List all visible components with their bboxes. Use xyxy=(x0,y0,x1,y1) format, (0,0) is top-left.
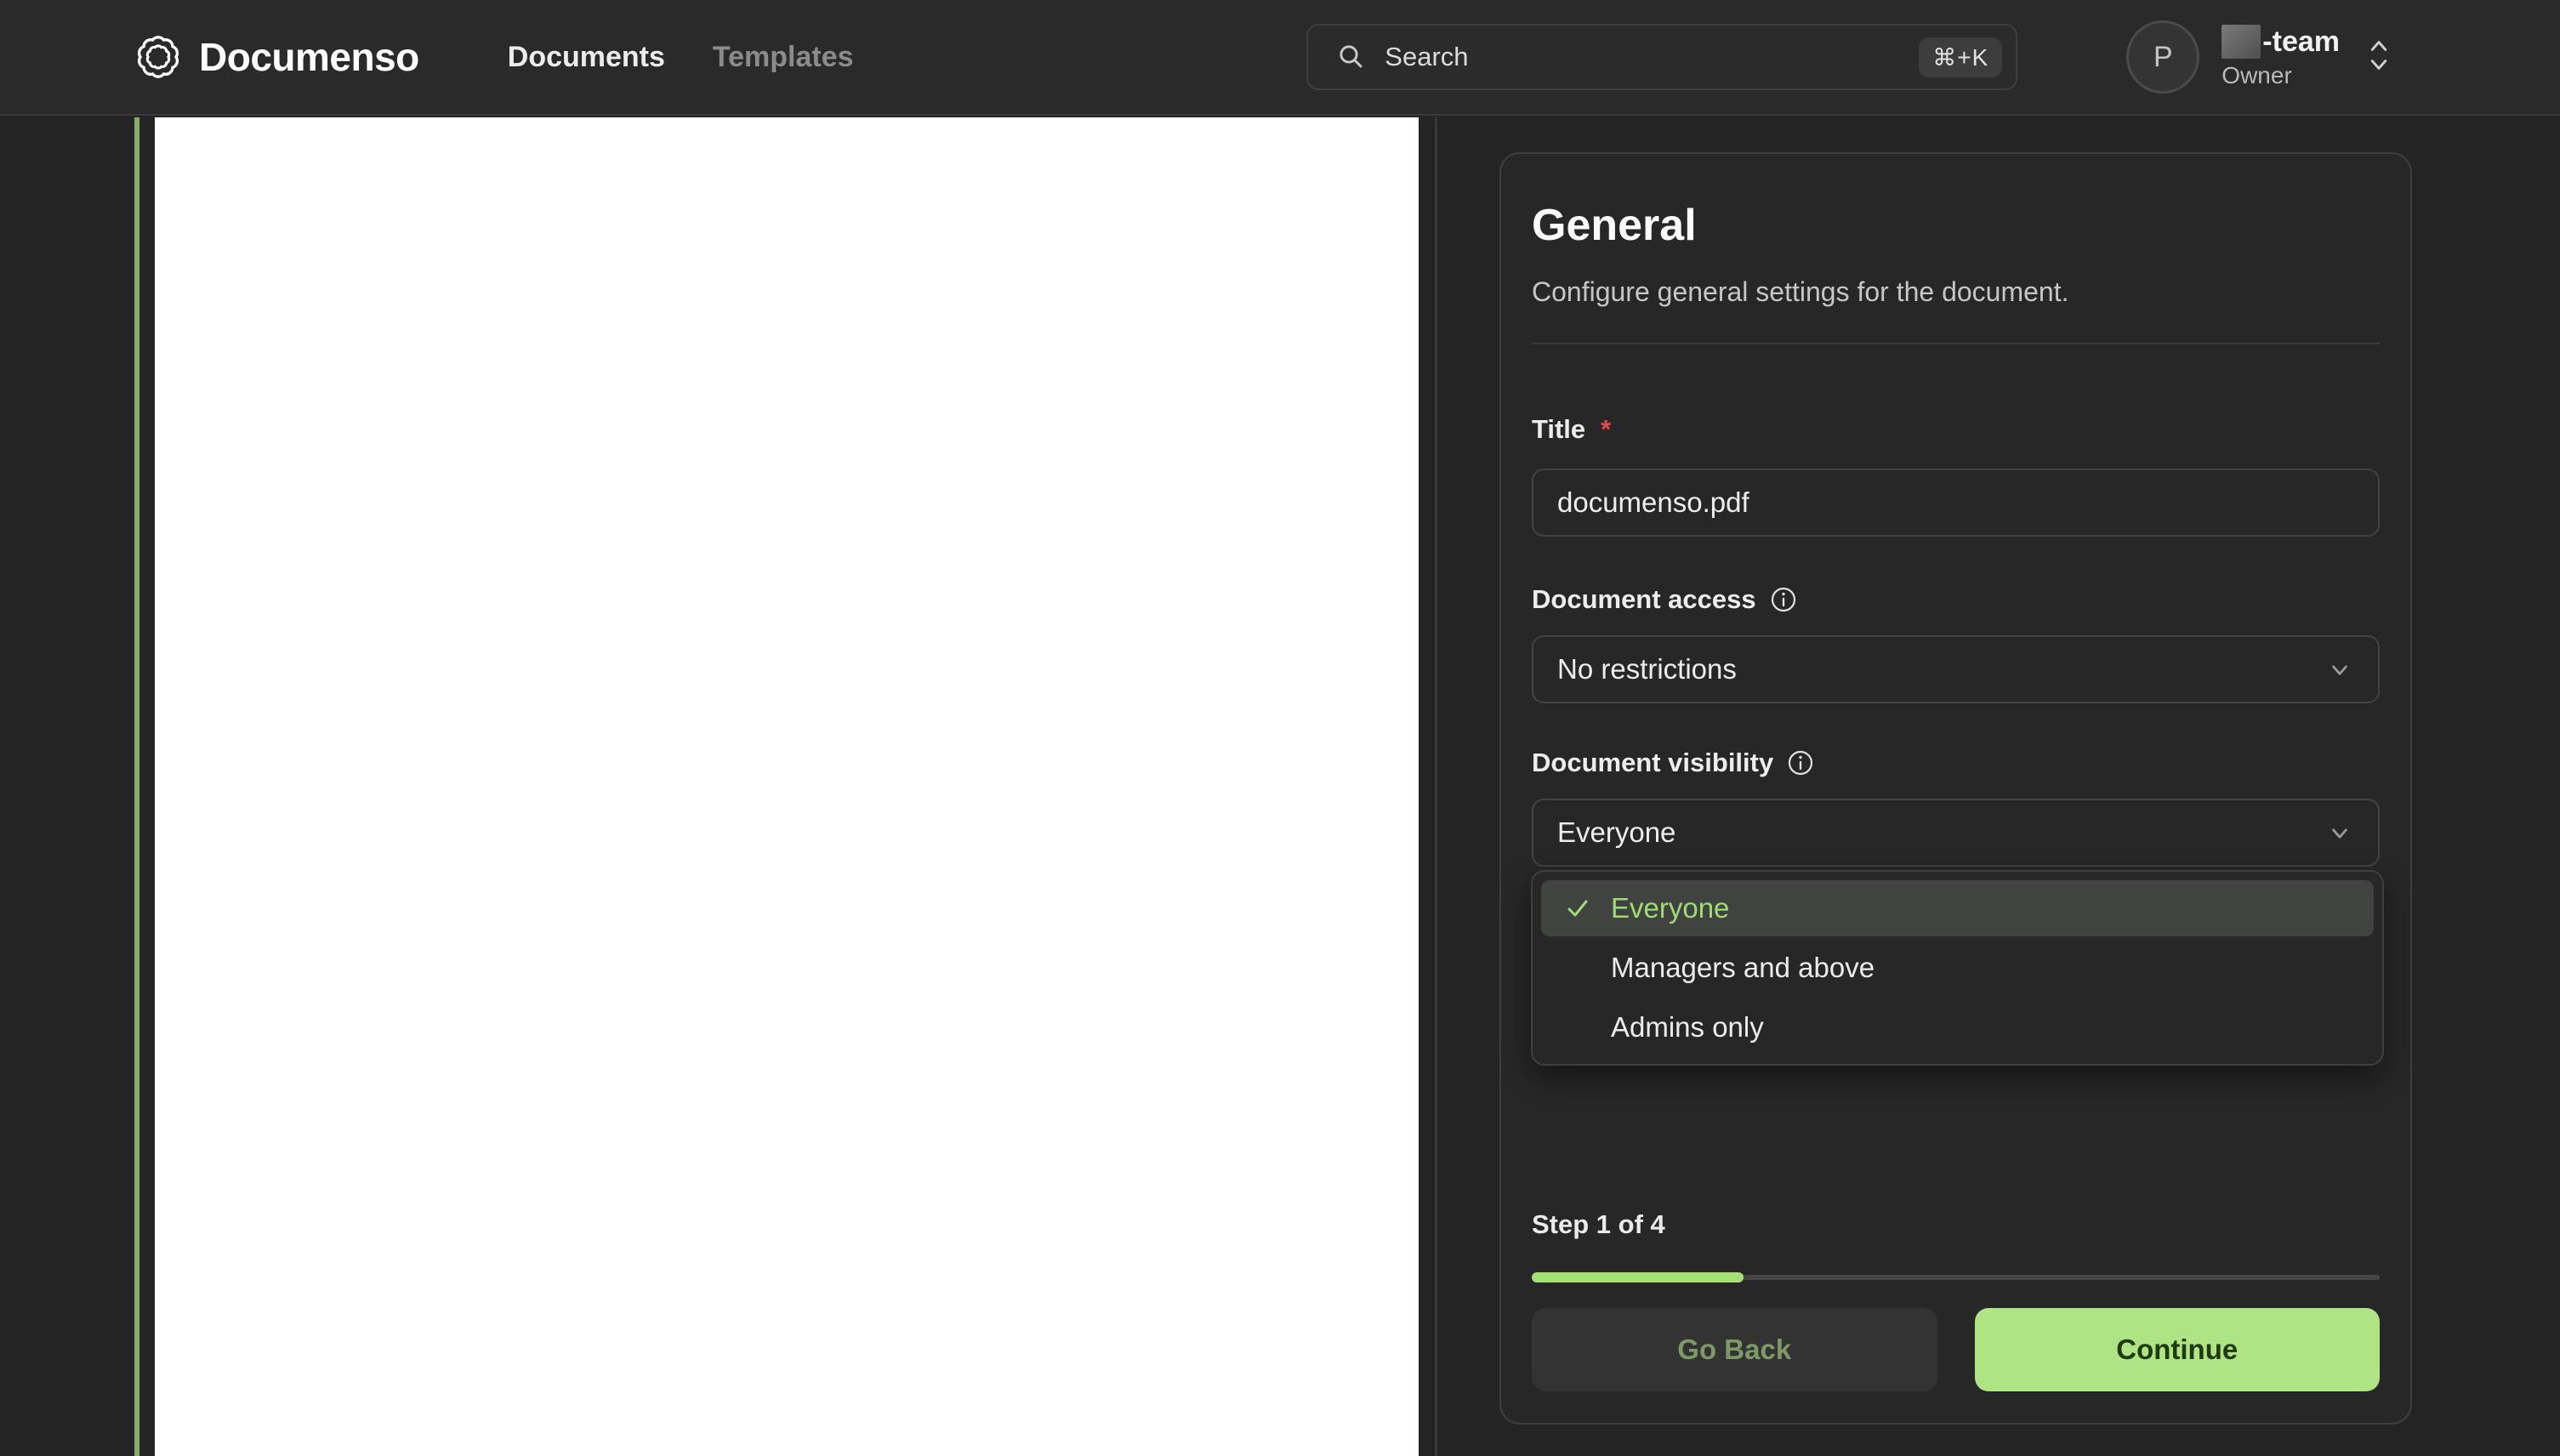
document-page xyxy=(155,117,1419,1456)
progress-bar xyxy=(1532,1271,2380,1283)
document-visibility-info-icon[interactable] xyxy=(1787,749,1814,776)
search-box[interactable]: ⌘+K xyxy=(1306,24,2018,90)
visibility-dropdown-menu: Everyone Managers and above Admins only xyxy=(1531,870,2384,1066)
profile-menu-trigger[interactable]: P -team Owner xyxy=(2126,20,2392,94)
nav-link-templates[interactable]: Templates xyxy=(713,41,854,74)
settings-sidebar: General Configure general settings for t… xyxy=(1440,117,2560,1456)
documenso-logo-icon xyxy=(137,36,179,78)
document-visibility-select[interactable]: Everyone xyxy=(1532,798,2380,867)
continue-button[interactable]: Continue xyxy=(1974,1307,2380,1391)
step-indicator: Step 1 of 4 xyxy=(1532,1209,1665,1239)
menu-option-admins-only[interactable]: Admins only xyxy=(1541,999,2374,1055)
menu-option-label: Admins only xyxy=(1611,1011,1764,1043)
footer-buttons: Go Back Continue xyxy=(1532,1307,2380,1391)
search-shortcut-badge: ⌘+K xyxy=(1919,37,2003,77)
avatar[interactable]: P xyxy=(2126,20,2200,94)
team-name-line: -team xyxy=(2222,25,2340,59)
document-access-label: Document access xyxy=(1532,584,2380,615)
redacted-team-name xyxy=(2222,25,2261,59)
search-icon xyxy=(1340,45,1362,68)
document-visibility-value: Everyone xyxy=(1557,816,1676,848)
menu-option-label: Managers and above xyxy=(1611,952,1875,983)
check-slot-empty xyxy=(1565,955,1590,981)
panel-title: General xyxy=(1532,201,1697,250)
go-back-button[interactable]: Go Back xyxy=(1532,1307,1937,1391)
title-field-label: Title * xyxy=(1532,414,2380,445)
chevron-updown-icon xyxy=(2370,40,2387,70)
required-marker: * xyxy=(1601,413,1612,444)
document-access-label-text: Document access xyxy=(1532,583,1756,614)
menu-option-label: Everyone xyxy=(1611,892,1730,924)
active-page-indicator xyxy=(134,117,139,1456)
top-nav: Documenso Documents Templates ⌘+K P -tea… xyxy=(0,0,2560,116)
check-slot-empty xyxy=(1565,1015,1590,1040)
documenso-app: Documenso Documents Templates ⌘+K P -tea… xyxy=(0,0,2560,1456)
nav-link-documents[interactable]: Documents xyxy=(508,41,665,74)
chevron-down-icon xyxy=(2332,828,2347,839)
user-role: Owner xyxy=(2222,62,2292,88)
chevron-down-icon xyxy=(2332,665,2347,675)
document-access-select[interactable]: No restrictions xyxy=(1532,634,2380,703)
team-name-suffix: -team xyxy=(2262,25,2340,58)
document-access-value: No restrictions xyxy=(1557,652,1737,685)
document-access-info-icon[interactable] xyxy=(1770,586,1797,613)
team-switcher-chevrons[interactable] xyxy=(2365,37,2392,77)
panel-subtitle: Configure general settings for the docum… xyxy=(1532,276,2069,308)
document-visibility-label-text: Document visibility xyxy=(1532,747,1774,777)
brand[interactable]: Documenso xyxy=(134,33,419,81)
menu-option-managers-and-above[interactable]: Managers and above xyxy=(1541,940,2374,996)
search-input[interactable] xyxy=(1385,42,1920,72)
profile-meta: -team Owner xyxy=(2222,25,2340,89)
title-input[interactable] xyxy=(1532,468,2380,537)
menu-option-everyone[interactable]: Everyone xyxy=(1541,880,2374,936)
progress-fill xyxy=(1532,1271,1744,1283)
brand-name: Documenso xyxy=(199,35,419,79)
general-settings-panel: General Configure general settings for t… xyxy=(1499,152,2412,1425)
panel-divider xyxy=(1532,342,2380,344)
document-visibility-label: Document visibility xyxy=(1532,748,2380,778)
document-viewer xyxy=(0,117,1437,1456)
check-icon xyxy=(1565,896,1590,921)
nav-links: Documents Templates xyxy=(508,41,854,74)
title-label-text: Title xyxy=(1532,413,1586,444)
